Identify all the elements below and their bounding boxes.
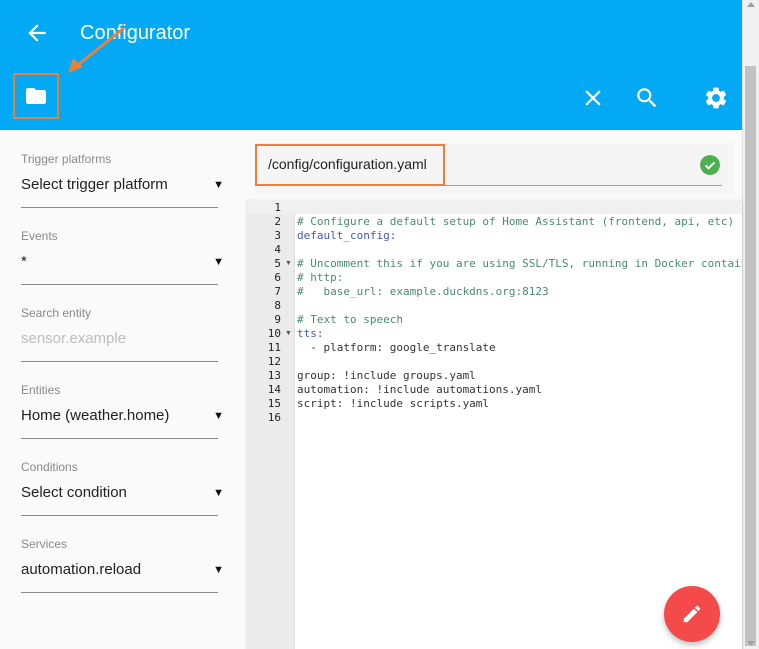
browse-files-button[interactable] [13,73,59,119]
code-line[interactable]: script: !include scripts.yaml [297,397,489,411]
line-number: 12 [267,355,281,368]
line-number: 14 [267,383,281,396]
search-icon[interactable] [634,85,660,111]
line-number: 5 [274,257,281,270]
line-number: 8 [274,299,281,312]
events-select[interactable]: Events * ▼ [21,229,224,285]
dropdown-arrow-icon: ▼ [213,487,224,499]
code-line[interactable]: # Uncomment this if you are using SSL/TL… [297,257,742,271]
code-line[interactable]: group: !include groups.yaml [297,369,476,383]
line-number: 2 [274,215,281,228]
code-line[interactable]: automation: !include automations.yaml [297,383,542,397]
arrow-left-icon[interactable] [24,20,50,46]
editor-toolbar [0,66,742,130]
services-select[interactable]: Services automation.reload ▼ [21,537,224,593]
events-label: Events [21,229,58,243]
line-number: 6 [274,271,281,284]
pencil-icon [683,605,701,623]
conditions-label: Conditions [21,460,78,474]
entities-label: Entities [21,383,61,397]
fold-arrow-icon[interactable]: ▼ [285,257,292,271]
code-line[interactable]: tts: [297,327,324,341]
code-line[interactable]: default_config: [297,229,396,243]
check-circle-icon [700,155,720,175]
line-number: 1 [274,201,281,214]
scroll-up-arrow[interactable] [747,2,755,7]
scroll-down-arrow[interactable] [747,641,755,646]
file-path-highlight [255,144,445,186]
conditions-select[interactable]: Conditions Select condition ▼ [21,460,224,516]
dropdown-arrow-icon: ▼ [213,410,224,422]
trigger-platforms-select[interactable]: Trigger platforms Select trigger platfor… [21,152,224,208]
line-number: 3 [274,229,281,242]
trigger-platforms-value: Select trigger platform [21,176,168,193]
gear-icon[interactable] [703,85,729,111]
dropdown-arrow-icon: ▼ [213,564,224,576]
line-number: 16 [267,411,281,424]
code-line[interactable]: - platform: google_translate [297,341,495,355]
close-icon[interactable] [580,85,606,111]
line-number: 13 [267,369,281,382]
services-value: automation.reload [21,561,142,578]
fold-arrow-icon[interactable]: ▼ [285,327,292,341]
active-line-highlight [247,200,742,214]
entities-value: Home (weather.home) [21,407,170,424]
code-line[interactable]: # base_url: example.duckdns.org:8123 [297,285,549,299]
search-entity-label: Search entity [21,306,92,320]
file-path-underline [268,185,722,186]
entities-select[interactable]: Entities Home (weather.home) ▼ [21,383,224,439]
edit-fab-button[interactable] [664,586,720,642]
line-number: 11 [267,341,281,354]
dropdown-arrow-icon: ▼ [213,256,224,268]
code-line[interactable]: # Text to speech [297,313,403,327]
code-line[interactable]: # Configure a default setup of Home Assi… [297,215,734,229]
code-line[interactable]: # http: [297,271,343,285]
services-label: Services [21,537,68,551]
scrollbar-thumb[interactable] [745,66,756,646]
line-number: 15 [267,397,281,410]
folder-icon [26,88,46,104]
search-entity-input[interactable]: sensor.example [21,330,218,350]
sidebar: Trigger platforms Select trigger platfor… [0,130,247,649]
line-number: 10 [267,327,281,340]
code-editor[interactable]: 1 2 3 4 5 6 7 8 9 10 11 12 13 14 15 16 ▼… [247,200,742,649]
events-value: * [21,253,27,270]
line-number: 7 [274,285,281,298]
dropdown-arrow-icon: ▼ [213,179,224,191]
line-number: 4 [274,243,281,256]
trigger-platforms-label: Trigger platforms [21,152,112,166]
page-title: Configurator [80,22,191,44]
conditions-value: Select condition [21,484,127,501]
line-number: 9 [274,313,281,326]
search-entity-field[interactable]: Search entity sensor.example [21,306,218,362]
